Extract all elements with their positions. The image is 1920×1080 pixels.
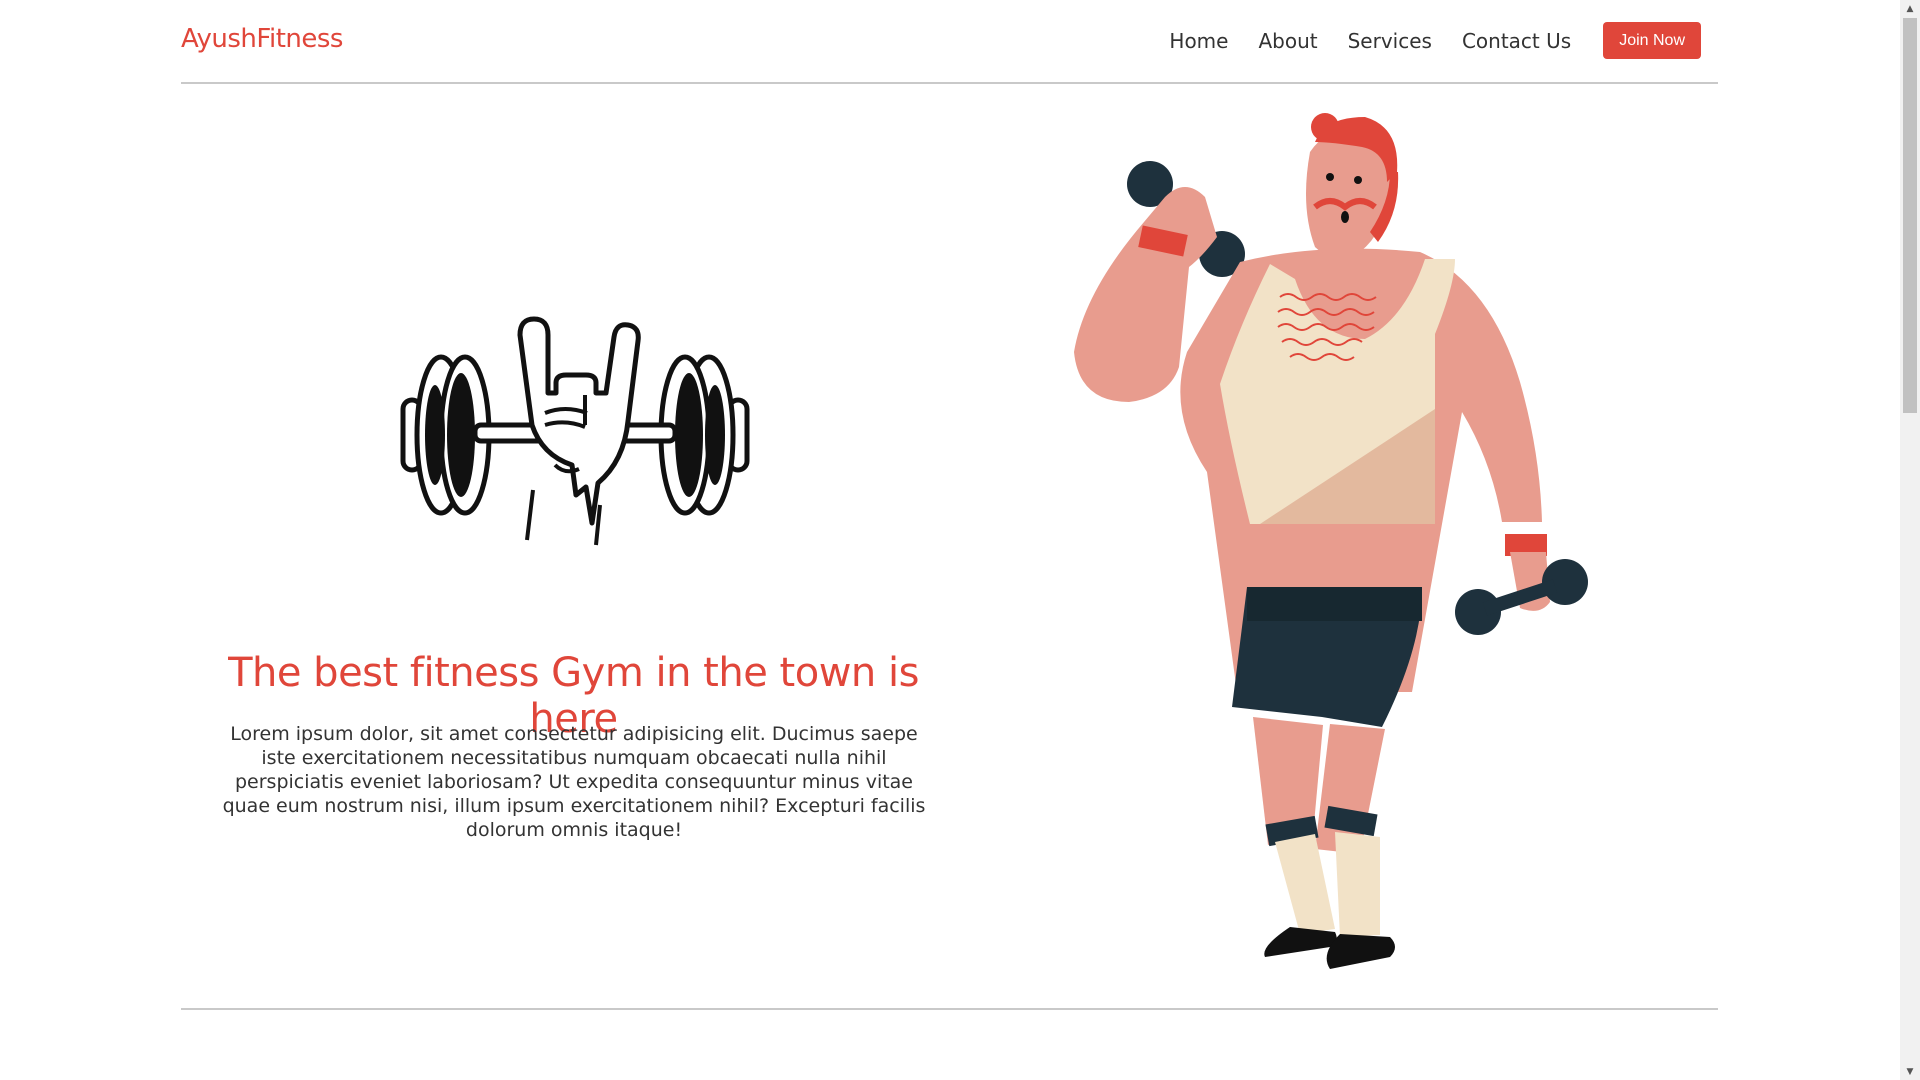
nav-link-contact[interactable]: Contact Us bbox=[1462, 29, 1571, 53]
page: AyushFitness Home About Services Contact… bbox=[0, 0, 1920, 1080]
nav-link-services[interactable]: Services bbox=[1348, 29, 1432, 53]
nav-link-home[interactable]: Home bbox=[1169, 29, 1228, 53]
navbar: AyushFitness Home About Services Contact… bbox=[181, 0, 1718, 84]
barbell-rock-hand-icon bbox=[400, 316, 750, 546]
scroll-up-icon[interactable]: ▲ bbox=[1900, 0, 1920, 17]
scroll-down-icon[interactable]: ▼ bbox=[1900, 1063, 1920, 1080]
join-now-button[interactable]: Join Now bbox=[1603, 22, 1701, 59]
nav-link-about[interactable]: About bbox=[1258, 29, 1317, 53]
brand-logo[interactable]: AyushFitness bbox=[181, 24, 343, 54]
nav-links: Home About Services Contact Us Join Now bbox=[1139, 22, 1701, 59]
hero-description: Lorem ipsum dolor, sit amet consectetur … bbox=[222, 723, 926, 841]
section-divider bbox=[181, 1008, 1718, 1010]
bodybuilder-with-dumbbells-illustration bbox=[1074, 113, 1588, 969]
scrollbar-thumb[interactable] bbox=[1903, 18, 1917, 413]
vertical-scrollbar[interactable]: ▲ ▼ bbox=[1900, 0, 1920, 1080]
